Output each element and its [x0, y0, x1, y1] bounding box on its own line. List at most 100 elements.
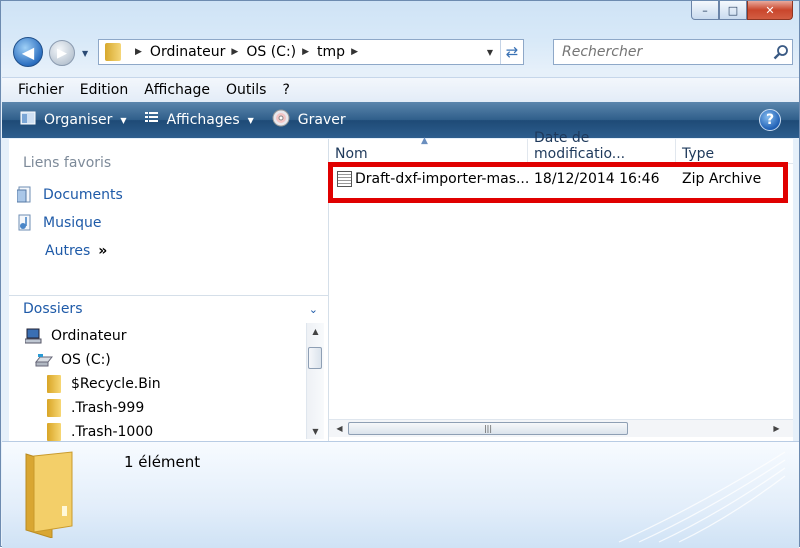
search-icon[interactable] — [770, 41, 792, 63]
refresh-icon: ⇄ — [505, 43, 519, 61]
menu-affichage[interactable]: Affichage — [136, 82, 218, 98]
breadcrumb-separator[interactable]: ▶ — [302, 47, 309, 57]
navigation-pane: Liens favoris Documents Musique Autres »… — [9, 139, 329, 441]
favorite-documents[interactable]: Documents — [17, 184, 123, 206]
caption-buttons: – □ ✕ — [691, 1, 793, 21]
recent-pages-dropdown[interactable]: ▼ — [82, 49, 88, 58]
favorite-music[interactable]: Musique — [17, 212, 102, 234]
documents-icon — [17, 186, 31, 203]
tree-label: .Trash-1000 — [71, 424, 154, 440]
views-label: Affichages — [166, 112, 240, 128]
breadcrumb-ordinateur[interactable]: Ordinateur — [150, 44, 226, 60]
menu-help[interactable]: ? — [274, 82, 297, 98]
search-box — [553, 39, 793, 65]
views-icon — [144, 111, 159, 129]
file-list-horizontal-scrollbar[interactable]: ◀ ||| ▶ — [329, 419, 793, 437]
more-label: Autres — [45, 243, 91, 259]
folder-icon — [47, 399, 61, 417]
address-dropdown-button[interactable]: ▼ — [480, 40, 500, 64]
table-row[interactable]: Draft-dxf-importer-mas... 18/12/2014 16:… — [329, 167, 793, 191]
chevron-down-icon: ⌄ — [308, 302, 318, 316]
tree-item-recycle-bin[interactable]: $Recycle.Bin — [47, 373, 161, 395]
tree-item-trash-1000[interactable]: .Trash-1000 — [47, 421, 153, 443]
tree-item-ordinateur[interactable]: Ordinateur — [25, 325, 127, 347]
organise-icon — [20, 110, 36, 130]
zip-file-icon — [337, 171, 352, 187]
chevron-down-icon: ▼ — [120, 115, 127, 125]
column-header-date[interactable]: Date de modificatio... — [528, 130, 676, 163]
menu-outils[interactable]: Outils — [218, 82, 274, 98]
menu-edition[interactable]: Edition — [72, 82, 136, 98]
drive-icon — [35, 354, 53, 367]
folder-icon — [47, 423, 61, 441]
file-date: 18/12/2014 16:46 — [534, 171, 660, 187]
tree-item-os-c[interactable]: OS (C:) — [35, 349, 111, 371]
scroll-thumb[interactable] — [308, 347, 322, 369]
forward-button[interactable]: ▶ — [49, 40, 75, 66]
breadcrumb-os-c[interactable]: OS (C:) — [246, 44, 296, 60]
scroll-left-button[interactable]: ◀ — [331, 420, 348, 437]
scroll-thumb[interactable]: ||| — [348, 422, 628, 435]
favorites-title: Liens favoris — [23, 155, 112, 171]
favorite-more[interactable]: Autres » — [45, 240, 107, 262]
folders-title: Dossiers — [23, 301, 83, 317]
favorite-label: Musique — [43, 215, 102, 231]
folder-icon — [47, 375, 61, 393]
column-label: Nom — [335, 146, 368, 162]
folder-icon — [105, 43, 121, 61]
favorite-label: Documents — [43, 187, 123, 203]
disc-icon — [272, 109, 290, 131]
refresh-button[interactable]: ⇄ — [500, 40, 523, 64]
computer-icon — [25, 328, 42, 344]
file-name-cell: Draft-dxf-importer-mas... — [329, 171, 528, 187]
close-button[interactable]: ✕ — [747, 1, 793, 20]
scroll-right-button[interactable]: ▶ — [768, 420, 785, 437]
address-bar[interactable]: ▶ Ordinateur ▶ OS (C:) ▶ tmp ▶ ▼ ⇄ — [98, 39, 524, 65]
column-header-name[interactable]: ▲ Nom — [329, 136, 528, 163]
forward-arrow-icon: ▶ — [57, 45, 67, 61]
sort-ascending-icon: ▲ — [421, 136, 428, 146]
tree-label: Ordinateur — [51, 328, 127, 344]
file-name: Draft-dxf-importer-mas... — [355, 171, 528, 187]
tree-label: .Trash-999 — [71, 400, 145, 416]
explorer-window: – □ ✕ ◀ ▶ ▼ ▶ Ordinateur ▶ OS (C:) ▶ tmp… — [0, 0, 800, 548]
column-headers: ▲ Nom Date de modificatio... Type — [329, 130, 793, 164]
item-count: 1 élément — [124, 453, 201, 471]
breadcrumb-separator[interactable]: ▶ — [351, 47, 358, 57]
maximize-button[interactable]: □ — [719, 1, 747, 20]
breadcrumb-separator[interactable]: ▶ — [231, 47, 238, 57]
help-icon: ? — [765, 112, 775, 128]
views-button[interactable]: Affichages ▼ — [144, 111, 254, 129]
tree-label: $Recycle.Bin — [71, 376, 161, 392]
navigation-buttons: ◀ ▶ ▼ — [9, 35, 88, 71]
file-list-pane: ▲ Nom Date de modificatio... Type Draft-… — [329, 130, 793, 441]
column-header-type[interactable]: Type — [676, 139, 793, 163]
scroll-down-button[interactable]: ▼ — [307, 423, 324, 439]
organise-label: Organiser — [44, 112, 113, 128]
column-label: Type — [682, 146, 715, 162]
tree-vertical-scrollbar[interactable]: ▲ ▼ — [306, 323, 324, 439]
burn-button[interactable]: Graver — [272, 109, 346, 131]
details-pane: 1 élément — [2, 441, 799, 548]
more-arrows-icon: » — [98, 243, 108, 259]
back-button[interactable]: ◀ — [13, 37, 43, 67]
minimize-button[interactable]: – — [691, 1, 719, 20]
organise-button[interactable]: Organiser ▼ — [20, 110, 127, 130]
address-actions: ▼ ⇄ — [480, 40, 523, 64]
column-label: Date de modificatio... — [534, 130, 626, 162]
tree-item-trash-999[interactable]: .Trash-999 — [47, 397, 144, 419]
help-button[interactable]: ? — [759, 109, 781, 131]
breadcrumb-tmp[interactable]: tmp — [317, 44, 345, 60]
tree-label: OS (C:) — [61, 352, 111, 368]
menu-bar: Fichier Edition Affichage Outils ? — [2, 77, 799, 102]
scroll-up-button[interactable]: ▲ — [307, 323, 324, 339]
folders-header[interactable]: Dossiers ⌄ — [9, 295, 328, 322]
file-type: Zip Archive — [682, 171, 762, 187]
breadcrumb-separator[interactable]: ▶ — [135, 47, 142, 57]
search-input[interactable] — [560, 43, 770, 61]
back-arrow-icon: ◀ — [21, 42, 35, 62]
menu-fichier[interactable]: Fichier — [2, 82, 72, 98]
command-bar: Organiser ▼ Affichages ▼ Graver ? — [2, 102, 799, 138]
folder-tree: Ordinateur OS (C:) $Recycle.Bin .Trash-9… — [9, 323, 306, 441]
chevron-down-icon: ▼ — [247, 115, 254, 125]
